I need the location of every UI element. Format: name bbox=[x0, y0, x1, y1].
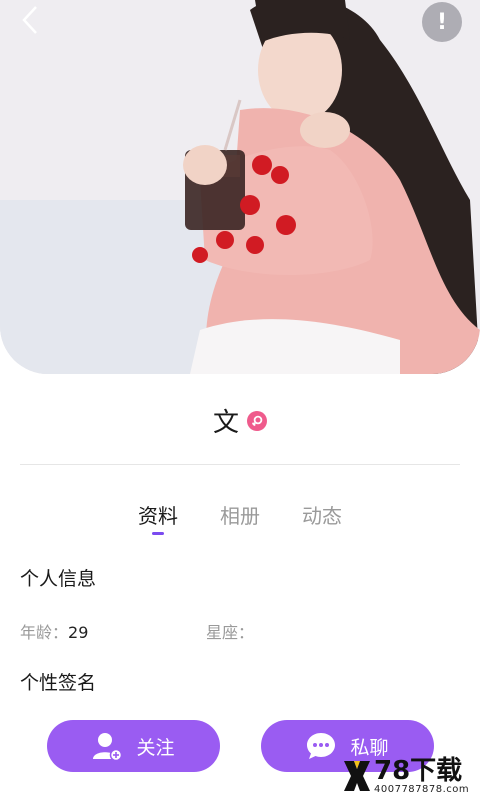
tab-active-indicator bbox=[152, 532, 164, 535]
watermark-brand: 78下载 bbox=[374, 755, 463, 786]
site-watermark: 78下载 4007787878.com bbox=[342, 754, 476, 798]
tab-label: 动态 bbox=[302, 504, 342, 528]
profile-name-row: 文 bbox=[0, 402, 480, 439]
personal-info-title: 个人信息 bbox=[20, 568, 97, 590]
chevron-left-icon bbox=[22, 6, 37, 34]
profile-tabs: 资料 相册 动态 bbox=[0, 500, 480, 535]
follow-button[interactable]: 关注 bbox=[47, 720, 220, 772]
watermark-text: 78下载 4007787878.com bbox=[374, 758, 469, 795]
profile-cover-photo: ! bbox=[0, 0, 480, 374]
divider bbox=[20, 464, 460, 465]
exclamation-icon: ! bbox=[436, 9, 448, 35]
add-user-icon bbox=[93, 733, 123, 761]
tab-label: 相册 bbox=[220, 504, 260, 528]
tab-profile-info[interactable]: 资料 bbox=[138, 500, 178, 535]
tab-album[interactable]: 相册 bbox=[220, 500, 260, 529]
age-label: 年龄： bbox=[20, 623, 69, 642]
age-value: 29 bbox=[68, 623, 89, 642]
cover-photo-illustration bbox=[0, 0, 480, 374]
report-button[interactable]: ! bbox=[422, 2, 462, 42]
profile-name: 文 bbox=[212, 408, 239, 438]
personal-info-row: 年龄：29 星座： bbox=[20, 619, 460, 642]
watermark-logo-icon bbox=[342, 756, 372, 796]
watermark-url: 4007787878.com bbox=[374, 783, 470, 795]
chat-bubble-icon bbox=[307, 733, 336, 759]
signature-title: 个性签名 bbox=[20, 672, 97, 694]
back-button[interactable] bbox=[14, 4, 46, 36]
age-field: 年龄：29 bbox=[20, 619, 88, 643]
tab-moments[interactable]: 动态 bbox=[302, 500, 342, 529]
zodiac-label: 星座： bbox=[206, 623, 255, 642]
tab-label: 资料 bbox=[138, 504, 178, 528]
zodiac-field: 星座： bbox=[206, 619, 254, 643]
female-symbol-icon bbox=[247, 410, 267, 431]
follow-label: 关注 bbox=[136, 736, 175, 759]
